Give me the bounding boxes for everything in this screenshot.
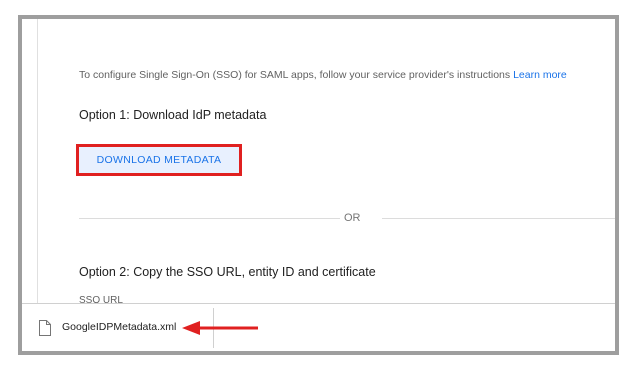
sso-instructions: To configure Single Sign-On (SSO) for SA… xyxy=(79,69,567,81)
file-icon xyxy=(38,320,52,336)
learn-more-link[interactable]: Learn more xyxy=(513,69,567,81)
screenshot-frame: To configure Single Sign-On (SSO) for SA… xyxy=(18,15,619,355)
arrow-left-icon xyxy=(180,318,260,338)
downloaded-file-name[interactable]: GoogleIDPMetadata.xml xyxy=(62,321,176,333)
panel-border xyxy=(37,19,38,303)
divider-right xyxy=(382,218,615,219)
option1-heading: Option 1: Download IdP metadata xyxy=(79,108,267,122)
sso-instructions-text: To configure Single Sign-On (SSO) for SA… xyxy=(79,69,511,81)
or-separator: OR xyxy=(344,212,361,224)
option2-heading: Option 2: Copy the SSO URL, entity ID an… xyxy=(79,265,376,279)
download-metadata-button[interactable]: DOWNLOAD METADATA xyxy=(76,144,242,176)
divider-left xyxy=(79,218,340,219)
download-bar: GoogleIDPMetadata.xml xyxy=(22,303,615,351)
